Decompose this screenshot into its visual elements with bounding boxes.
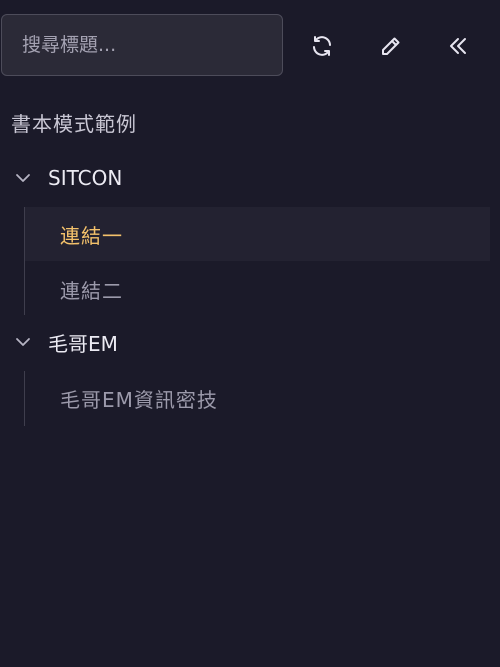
sidebar-panel: 書本模式範例 SITCON 連結一 連結二 毛哥EM 毛哥EM資訊密技	[0, 0, 500, 667]
edit-button[interactable]	[371, 26, 411, 66]
nav-item-label: 連結一	[60, 223, 123, 248]
book-title: 書本模式範例	[11, 112, 137, 136]
section-label: SITCON	[48, 166, 123, 190]
nav-item-link-2[interactable]: 連結二	[25, 262, 490, 316]
collapse-sidebar-button[interactable]	[438, 26, 478, 66]
section-header-sitcon[interactable]: SITCON	[0, 160, 500, 196]
chevron-down-icon	[13, 168, 33, 188]
nav-item-label: 毛哥EM資訊密技	[60, 387, 218, 412]
section-label: 毛哥EM	[48, 331, 118, 356]
nav-item-maoge-em-tips[interactable]: 毛哥EM資訊密技	[25, 371, 490, 425]
section-header-maoge-em[interactable]: 毛哥EM	[0, 324, 500, 360]
nav-item-link-1[interactable]: 連結一	[25, 207, 490, 261]
search-box[interactable]	[1, 14, 283, 76]
pencil-icon	[382, 37, 400, 55]
search-input[interactable]	[2, 15, 282, 75]
nav-item-label: 連結二	[60, 278, 123, 303]
refresh-icon	[313, 36, 331, 56]
sidebar-toolbar	[0, 14, 500, 78]
chevron-down-icon	[13, 332, 33, 352]
refresh-button[interactable]	[302, 26, 342, 66]
double-chevron-left-icon	[450, 38, 466, 54]
